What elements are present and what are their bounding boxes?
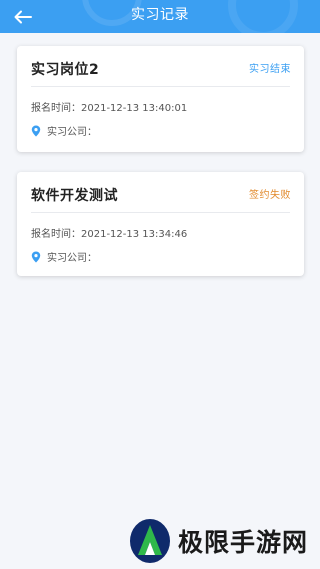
divider: [31, 86, 290, 87]
company-row: 实习公司：: [31, 249, 97, 264]
watermark: 极限手游网: [128, 517, 308, 565]
signup-time-value: 2021-12-13 13:40:01: [81, 103, 188, 114]
status-badge: 签约失败: [249, 190, 291, 201]
signup-time-label: 报名时间：: [31, 103, 81, 114]
signup-time-label: 报名时间：: [31, 229, 81, 240]
status-badge: 实习结束: [249, 64, 291, 75]
company-label: 实习公司：: [47, 253, 97, 264]
page-title: 实习记录: [131, 7, 189, 23]
record-card[interactable]: 软件开发测试 签约失败 报名时间：2021-12-13 13:34:46 实习公…: [17, 172, 304, 276]
location-pin-icon: [31, 125, 41, 137]
divider: [31, 212, 290, 213]
location-pin-icon: [31, 251, 41, 263]
record-title: 实习岗位2: [31, 62, 100, 78]
signup-time-value: 2021-12-13 13:34:46: [81, 229, 188, 240]
signup-time: 报名时间：2021-12-13 13:34:46: [31, 225, 187, 240]
record-card[interactable]: 实习岗位2 实习结束 报名时间：2021-12-13 13:40:01 实习公司…: [17, 46, 304, 152]
signup-time: 报名时间：2021-12-13 13:40:01: [31, 99, 187, 114]
company-row: 实习公司：: [31, 123, 97, 138]
extreme-logo-icon: [130, 519, 170, 563]
watermark-text: 极限手游网: [178, 528, 309, 557]
company-label: 实习公司：: [47, 127, 97, 138]
record-title: 软件开发测试: [31, 188, 118, 204]
app-header: 实习记录: [0, 0, 320, 33]
